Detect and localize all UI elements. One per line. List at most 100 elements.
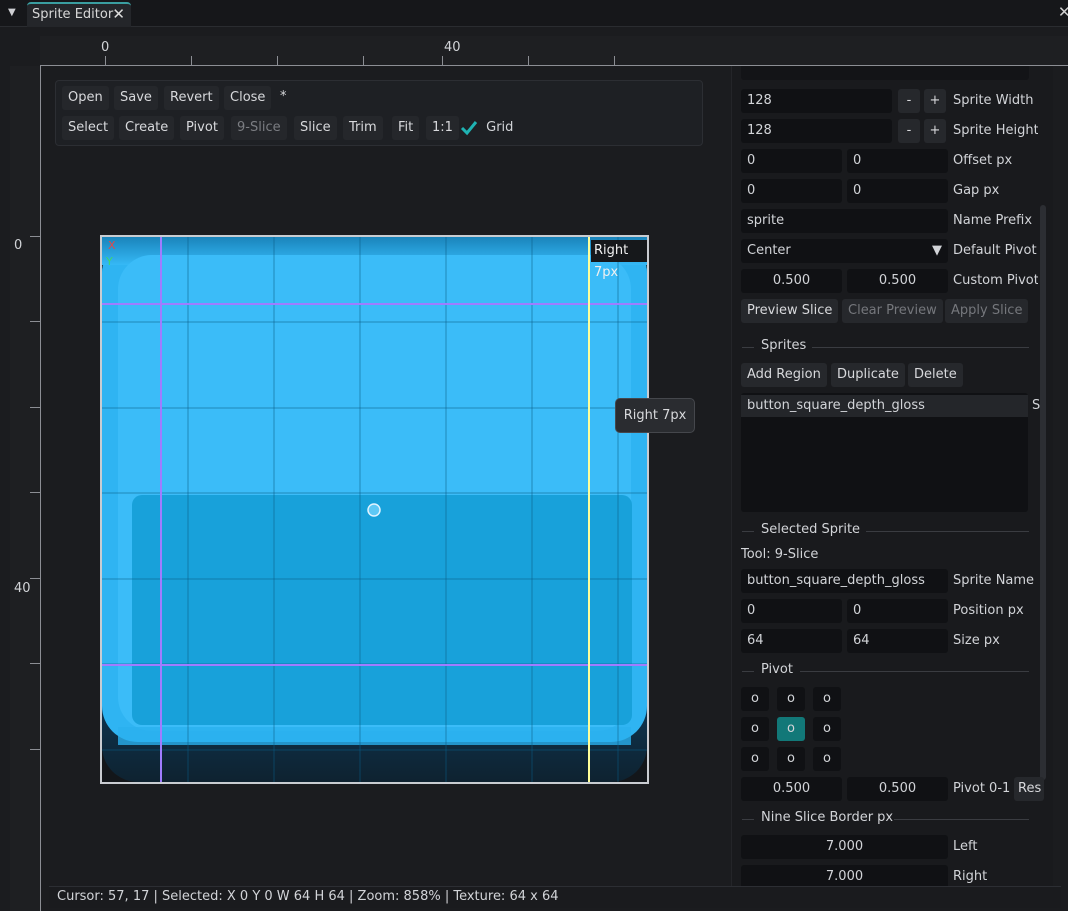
nine-slice-left-input[interactable]: 7.000 (741, 835, 948, 859)
pivot-top-center[interactable]: o (777, 687, 805, 711)
nine-slice-right-label: Right (953, 869, 988, 884)
pivot-bottom-right[interactable]: o (813, 747, 841, 771)
custom-pivot-x-input[interactable]: 0.500 (741, 269, 842, 293)
sprite-height-input[interactable]: 128 (741, 119, 892, 143)
window-close-icon[interactable]: ✕ (1058, 3, 1068, 21)
tool-9-slice-button[interactable]: 9-Slice (231, 116, 287, 140)
name-prefix-label: Name Prefix (953, 213, 1033, 228)
name-prefix-input[interactable]: sprite (741, 209, 948, 233)
gap-y-input[interactable]: 0 (847, 179, 948, 203)
pivot-reset-button[interactable]: Res (1014, 777, 1044, 801)
sprite-width-increment[interactable]: + (924, 89, 946, 113)
add-region-button[interactable]: Add Region (741, 363, 827, 387)
pivot-center[interactable]: o (777, 717, 805, 741)
close-icon[interactable]: ✕ (112, 5, 125, 23)
size-label: Size px (953, 633, 1000, 648)
pivot-section-header: Pivot (742, 662, 1029, 678)
nine-slice-title: Nine Slice Border px (761, 810, 894, 825)
guide-label: Right 7px (591, 240, 647, 280)
ruler-left-label: 0 (14, 238, 23, 253)
fit-button[interactable]: Fit (392, 116, 420, 140)
delete-button[interactable]: Delete (908, 363, 963, 387)
panel-scrollbar[interactable] (1040, 205, 1046, 780)
pivot-handle (367, 503, 381, 517)
tab-sprite-editor[interactable]: Sprite Editor ✕ (27, 2, 131, 27)
position-label: Position px (953, 603, 1024, 618)
grid-label: Grid (486, 120, 514, 135)
sprite-name-input[interactable]: button_square_depth_gloss (741, 569, 948, 593)
pivot-top-left[interactable]: o (741, 687, 769, 711)
trim-button[interactable]: Trim (343, 116, 383, 140)
pivot-title: Pivot (761, 662, 793, 677)
ruler-top-label: 0 (101, 40, 110, 55)
duplicate-button[interactable]: Duplicate (831, 363, 905, 387)
pivot-label: Pivot 0-1 (953, 781, 1011, 796)
tool-label: Tool: 9-Slice (741, 547, 819, 562)
sprite-list[interactable]: button_square_depth_gloss (741, 393, 1028, 512)
axis-y-label: Y (106, 255, 113, 268)
selected-sprite-section-header: Selected Sprite (742, 522, 1029, 538)
pivot-y-input[interactable]: 0.500 (847, 777, 948, 801)
zoom-1-1-button[interactable]: 1:1 (426, 116, 459, 140)
clipped-row (741, 66, 1029, 80)
tool-create-button[interactable]: Create (119, 116, 175, 140)
default-pivot-label: Default Pivot (953, 243, 1037, 258)
tool-select-button[interactable]: Select (62, 116, 115, 140)
size-w-input[interactable]: 64 (741, 629, 842, 653)
clear-preview-button[interactable]: Clear Preview (842, 299, 943, 323)
sprite-width-label: Sprite Width p (953, 93, 1038, 108)
default-pivot-select[interactable]: Center ▼ (741, 239, 948, 263)
selected-sprite-title: Selected Sprite (761, 522, 861, 537)
pivot-top-right[interactable]: o (813, 687, 841, 711)
custom-pivot-label: Custom Pivot ( (953, 273, 1038, 288)
tab-bar: ▼ Sprite Editor ✕ ✕ (0, 0, 1068, 27)
size-h-input[interactable]: 64 (847, 629, 948, 653)
grid-toggle[interactable]: Grid (460, 116, 513, 140)
nine-slice-section-header: Nine Slice Border px (742, 810, 1029, 826)
close-button[interactable]: Close (224, 86, 272, 110)
chevron-down-icon: ▼ (932, 243, 942, 258)
pivot-bottom-left[interactable]: o (741, 747, 769, 771)
pivot-middle-left[interactable]: o (741, 717, 769, 741)
axis-x-label: X (108, 239, 116, 252)
offset-y-input[interactable]: 0 (847, 149, 948, 173)
revert-button[interactable]: Revert (164, 86, 219, 110)
default-pivot-value: Center (747, 243, 791, 258)
sprite-width-decrement[interactable]: - (898, 89, 920, 113)
preview-slice-button[interactable]: Preview Slice (741, 299, 839, 323)
custom-pivot-y-input[interactable]: 0.500 (847, 269, 948, 293)
tooltip: Right 7px (615, 398, 695, 433)
tab-menu-icon[interactable]: ▼ (8, 7, 20, 19)
status-bar: Cursor: 57, 17 | Selected: X 0 Y 0 W 64 … (49, 886, 1061, 908)
sprite-width-input[interactable]: 128 (741, 89, 892, 113)
checkmark-icon (460, 120, 478, 135)
sprite-preview (102, 237, 647, 782)
sprite-canvas[interactable]: X Y Right 7px (100, 235, 649, 784)
nine-slice-left-label: Left (953, 839, 978, 854)
gap-label: Gap px (953, 183, 1000, 198)
offset-label: Offset px (953, 153, 1013, 168)
sprite-height-label: Sprite Height p (953, 123, 1038, 138)
modified-marker: * (280, 89, 287, 104)
sprite-height-decrement[interactable]: - (898, 119, 920, 143)
slice-button[interactable]: Slice (294, 116, 337, 140)
pivot-middle-right[interactable]: o (813, 717, 841, 741)
sprite-list-side-label: S (1032, 398, 1041, 413)
sprite-name-label: Sprite Name (953, 573, 1035, 588)
list-item[interactable]: button_square_depth_gloss (741, 395, 1028, 417)
open-button[interactable]: Open (62, 86, 109, 110)
offset-x-input[interactable]: 0 (741, 149, 842, 173)
editor-toolbar: Open Save Revert Close * Select Create P… (55, 80, 703, 146)
ruler-left-label: 40 (14, 581, 31, 596)
save-button[interactable]: Save (114, 86, 158, 110)
position-x-input[interactable]: 0 (741, 599, 842, 623)
sprite-height-increment[interactable]: + (924, 119, 946, 143)
position-y-input[interactable]: 0 (847, 599, 948, 623)
ruler-left: 0 40 (10, 66, 41, 911)
tool-pivot-button[interactable]: Pivot (180, 116, 224, 140)
gap-x-input[interactable]: 0 (741, 179, 842, 203)
pivot-x-input[interactable]: 0.500 (741, 777, 842, 801)
pivot-bottom-center[interactable]: o (777, 747, 805, 771)
apply-slice-button[interactable]: Apply Slice (945, 299, 1029, 323)
ruler-top: 0 40 (40, 36, 1068, 66)
